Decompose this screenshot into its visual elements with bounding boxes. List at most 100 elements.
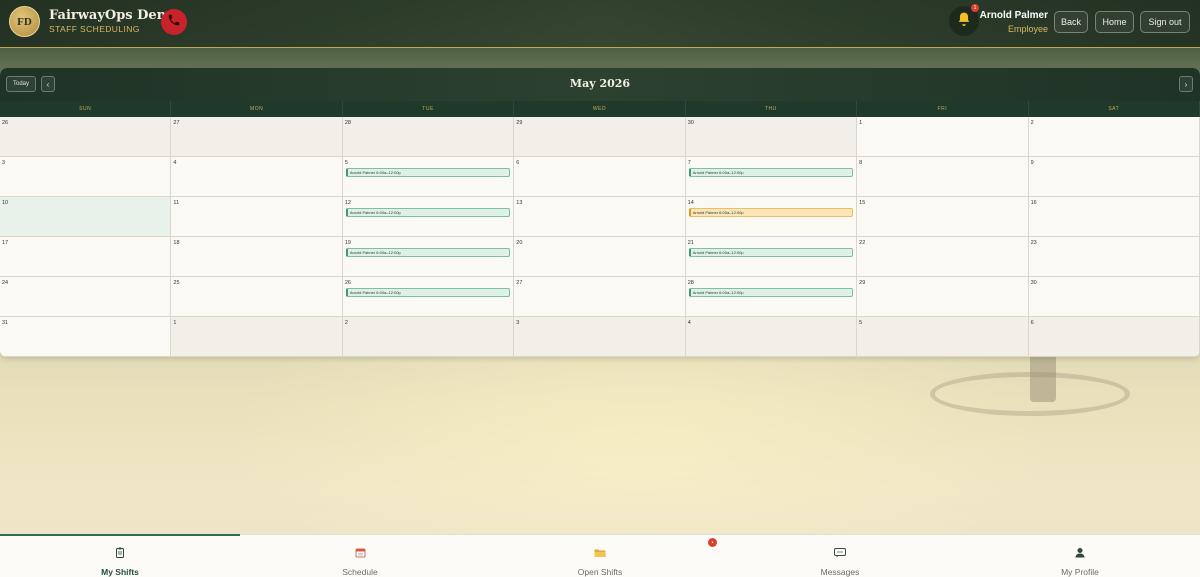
- nav-label: Schedule: [342, 567, 378, 577]
- day-number: 5: [344, 160, 348, 166]
- calendar-day-cell[interactable]: 2: [1028, 117, 1200, 157]
- notification-badge: 1: [971, 4, 979, 12]
- day-number: 6: [516, 160, 520, 166]
- next-month-button[interactable]: ›: [1179, 76, 1193, 92]
- calendar-day-cell[interactable]: 29: [514, 117, 686, 157]
- back-button[interactable]: Back: [1054, 11, 1088, 33]
- calendar-day-cell[interactable]: 3: [514, 317, 686, 357]
- nav-my-profile[interactable]: My Profile: [960, 535, 1200, 577]
- nav-schedule[interactable]: Schedule: [240, 535, 480, 577]
- calendar-day-cell[interactable]: 29: [857, 277, 1029, 317]
- shift-event[interactable]: Arnold Palmer 6:00a–12:00p: [688, 248, 854, 257]
- day-number: 4: [687, 320, 691, 326]
- day-number: 3: [2, 160, 6, 166]
- weekday-label: SAT: [1029, 101, 1200, 117]
- day-number: 30: [1030, 280, 1037, 286]
- bell-icon: [957, 11, 971, 32]
- day-number: 31: [2, 320, 9, 326]
- calendar-day-cell[interactable]: 16: [1028, 197, 1200, 237]
- open-shifts-badge: •: [708, 538, 717, 547]
- calendar-day-cell[interactable]: 30: [685, 117, 858, 157]
- sign-out-button[interactable]: Sign out: [1140, 11, 1190, 33]
- shift-event[interactable]: Arnold Palmer 6:00a–12:00p: [688, 288, 854, 297]
- calendar-day-cell[interactable]: 28 Arnold Palmer 6:00a–12:00p: [685, 277, 858, 317]
- day-number: 19: [344, 240, 351, 246]
- day-number: 27: [516, 280, 523, 286]
- calendar-day-cell[interactable]: 6: [1028, 317, 1200, 357]
- calendar-day-cell[interactable]: 26: [0, 117, 172, 157]
- day-number: 28: [344, 120, 351, 126]
- calendar-icon: [355, 545, 366, 563]
- calendar-day-cell[interactable]: 24: [0, 277, 172, 317]
- day-number: 15: [859, 200, 866, 206]
- day-number: 17: [2, 240, 9, 246]
- day-number: 12: [344, 200, 351, 206]
- calendar-day-cell[interactable]: 13: [514, 197, 686, 237]
- calendar-day-cell[interactable]: 3: [0, 157, 172, 197]
- home-button[interactable]: Home: [1095, 11, 1134, 33]
- calendar-day-cell[interactable]: 5 Arnold Palmer 6:00a–12:00p: [342, 157, 515, 197]
- calendar-day-cell[interactable]: 4: [171, 157, 343, 197]
- calendar-day-cell[interactable]: 27: [514, 277, 686, 317]
- calendar-day-cell[interactable]: 17: [0, 237, 172, 277]
- calendar-day-cell[interactable]: 22: [857, 237, 1029, 277]
- shift-event[interactable]: Arnold Palmer 6:00a–12:00p: [345, 248, 511, 257]
- calendar-day-cell[interactable]: 10: [0, 197, 172, 237]
- calendar-day-cell[interactable]: 30: [1028, 277, 1200, 317]
- calendar-day-cell[interactable]: 18: [171, 237, 343, 277]
- calendar-day-cell[interactable]: 5: [857, 317, 1029, 357]
- day-number: 24: [2, 280, 9, 286]
- calendar: Today ‹ May 2026 › SUN MON TUE WED THU F…: [0, 68, 1200, 357]
- day-number: 21: [687, 240, 694, 246]
- calendar-day-cell[interactable]: 1: [171, 317, 343, 357]
- calendar-day-cell[interactable]: 26 Arnold Palmer 6:00a–12:00p: [342, 277, 515, 317]
- bottom-navigation: My Shifts Schedule Open Shifts Messages …: [0, 534, 1200, 577]
- shift-event[interactable]: Arnold Palmer 6:00a–12:00p: [345, 168, 511, 177]
- day-number: 26: [2, 120, 9, 126]
- day-number: 23: [1030, 240, 1037, 246]
- shift-event[interactable]: Arnold Palmer 6:00a–12:00p: [345, 288, 511, 297]
- calendar-day-cell[interactable]: 7 Arnold Palmer 6:00a–12:00p: [685, 157, 858, 197]
- day-number: 25: [173, 280, 180, 286]
- nav-my-shifts[interactable]: My Shifts: [0, 534, 240, 577]
- calendar-day-cell[interactable]: 11: [171, 197, 343, 237]
- calendar-day-cell[interactable]: 6: [514, 157, 686, 197]
- day-number: 27: [173, 120, 180, 126]
- calendar-day-cell[interactable]: 14 Arnold Palmer 6:00a–12:00p: [685, 197, 858, 237]
- calendar-day-cell[interactable]: 12 Arnold Palmer 6:00a–12:00p: [342, 197, 515, 237]
- calendar-day-cell[interactable]: 28: [342, 117, 515, 157]
- calendar-day-cell[interactable]: 15: [857, 197, 1029, 237]
- calendar-day-cell[interactable]: 20: [514, 237, 686, 277]
- calendar-day-cell[interactable]: 23: [1028, 237, 1200, 277]
- weekday-label: SUN: [0, 101, 172, 117]
- phone-button[interactable]: [161, 9, 187, 35]
- calendar-day-cell[interactable]: 9: [1028, 157, 1200, 197]
- background-ring: [930, 372, 1130, 416]
- day-number: 29: [516, 120, 523, 126]
- day-number: 8: [859, 160, 863, 166]
- calendar-day-cell[interactable]: 4: [685, 317, 858, 357]
- month-title: May 2026: [569, 77, 631, 90]
- shift-event[interactable]: Arnold Palmer 6:00a–12:00p: [345, 208, 511, 217]
- weekday-label: MON: [171, 101, 343, 117]
- calendar-day-cell[interactable]: 1: [857, 117, 1029, 157]
- shift-event[interactable]: Arnold Palmer 6:00a–12:00p: [688, 208, 854, 217]
- calendar-day-cell[interactable]: 2: [342, 317, 515, 357]
- shift-event[interactable]: Arnold Palmer 6:00a–12:00p: [688, 168, 854, 177]
- calendar-day-cell[interactable]: 31: [0, 317, 172, 357]
- calendar-day-cell[interactable]: 27: [171, 117, 343, 157]
- day-number: 18: [173, 240, 180, 246]
- calendar-day-cell[interactable]: 19 Arnold Palmer 6:00a–12:00p: [342, 237, 515, 277]
- day-number: 14: [687, 200, 694, 206]
- calendar-day-cell[interactable]: 25: [171, 277, 343, 317]
- calendar-day-cell[interactable]: 21 Arnold Palmer 6:00a–12:00p: [685, 237, 858, 277]
- day-number: 6: [1030, 320, 1034, 326]
- nav-open-shifts[interactable]: Open Shifts: [480, 535, 720, 577]
- calendar-day-cell[interactable]: 8: [857, 157, 1029, 197]
- app-subtitle: STAFF SCHEDULING: [49, 24, 140, 34]
- day-number: 9: [1030, 160, 1034, 166]
- day-number: 22: [859, 240, 866, 246]
- day-number: 5: [859, 320, 863, 326]
- nav-label: My Profile: [1061, 567, 1099, 577]
- nav-messages[interactable]: Messages: [720, 535, 960, 577]
